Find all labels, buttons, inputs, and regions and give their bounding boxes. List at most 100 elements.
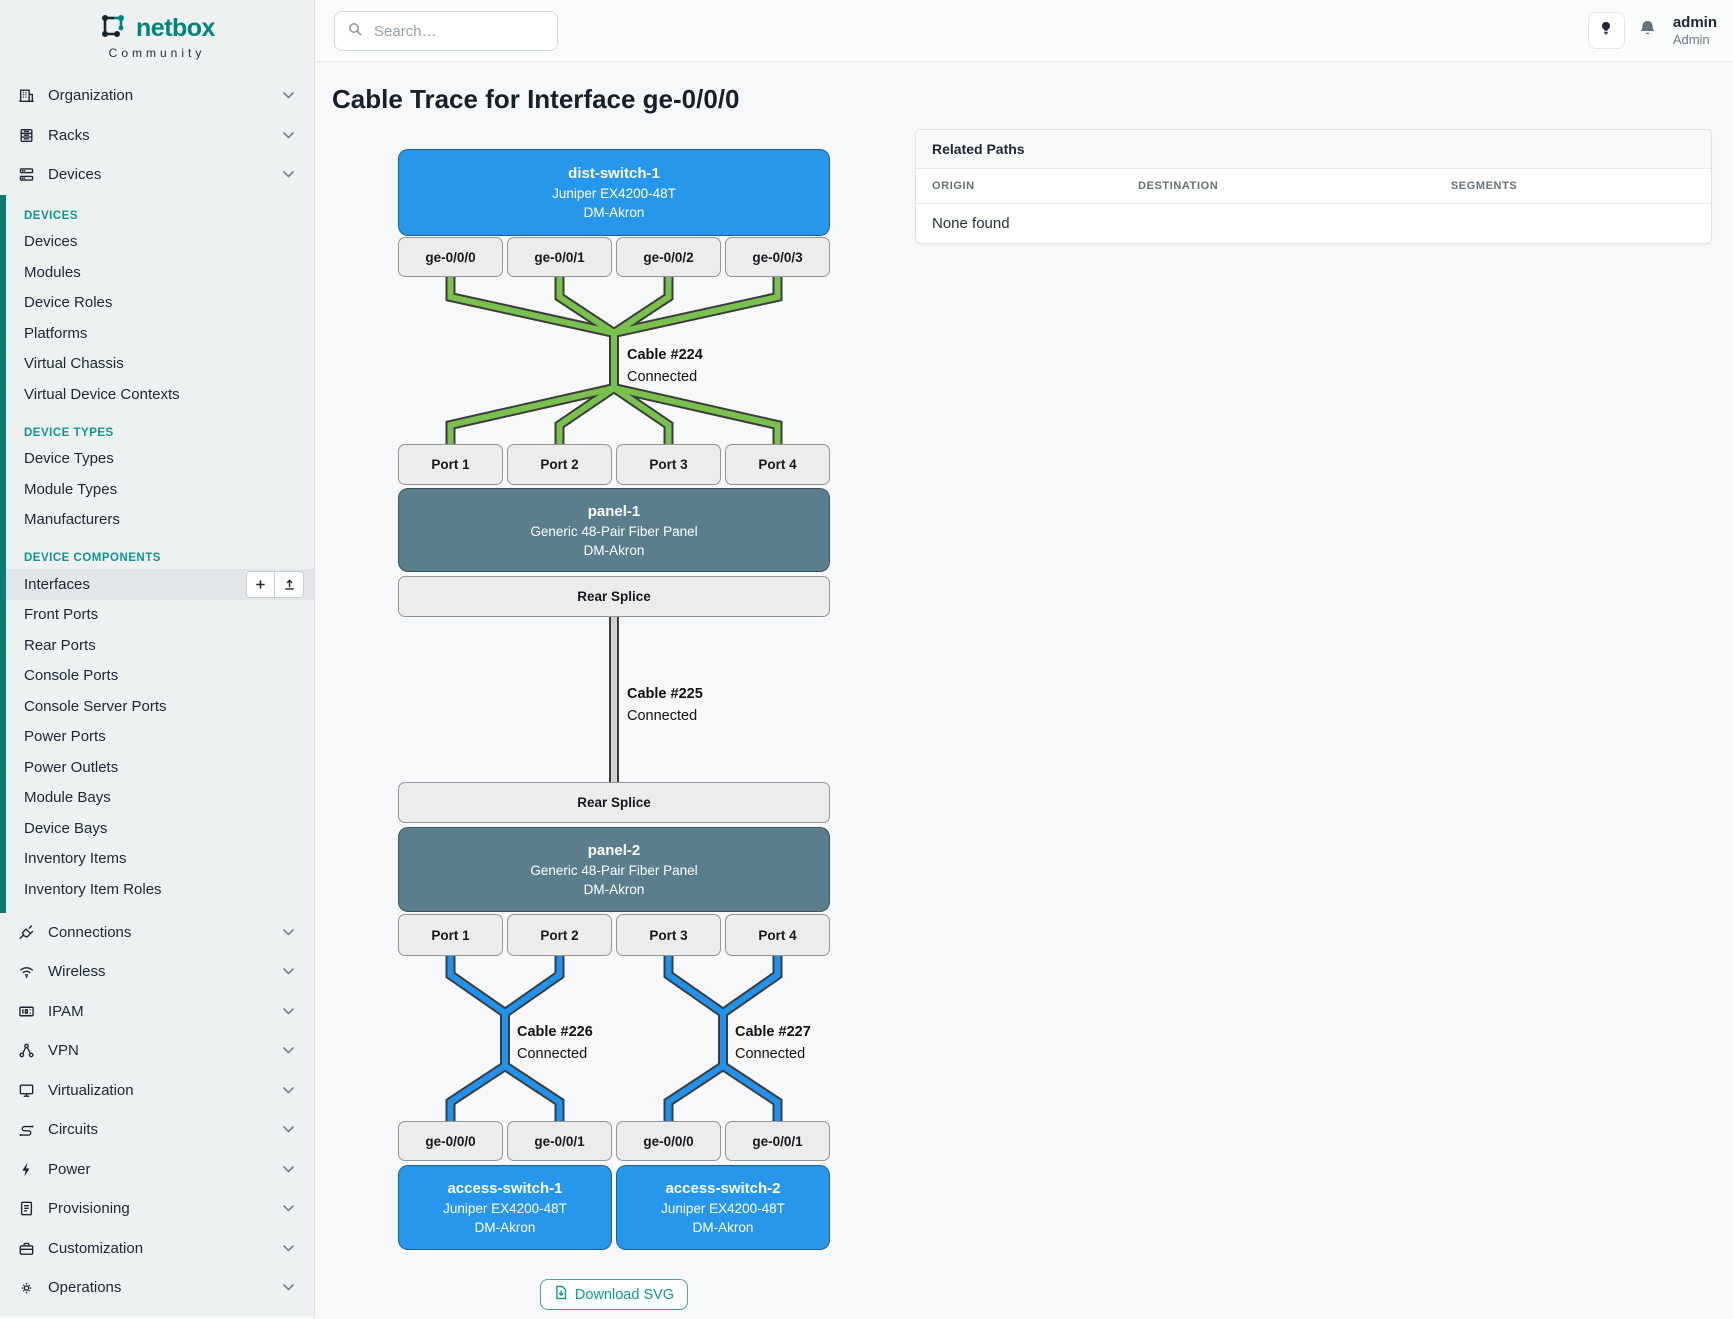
sidebar-group-label: Connections bbox=[48, 924, 270, 941]
column-header-segments: SEGMENTS bbox=[1451, 169, 1695, 203]
rear-splice-box[interactable]: Rear Splice bbox=[398, 576, 830, 617]
sidebar-group-circuits[interactable]: Circuits bbox=[0, 1110, 314, 1150]
sidebar-item-inventory-item-roles[interactable]: Inventory Item Roles bbox=[6, 874, 314, 905]
cable-label-224[interactable]: Cable #224 Connected bbox=[627, 344, 703, 388]
port-box[interactable]: Port 4 bbox=[725, 444, 830, 485]
port-box[interactable]: Port 2 bbox=[507, 444, 612, 485]
device-name: access-switch-2 bbox=[665, 1180, 780, 1197]
sidebar-item-virtual-chassis[interactable]: Virtual Chassis bbox=[6, 349, 314, 380]
netbox-logo-icon bbox=[99, 12, 127, 45]
port-box[interactable]: Port 3 bbox=[616, 444, 721, 485]
add-button[interactable] bbox=[246, 571, 275, 598]
sidebar-group-devices[interactable]: Devices bbox=[0, 155, 314, 195]
sidebar-group-connections[interactable]: Connections bbox=[0, 913, 314, 953]
sidebar-group-virtualization[interactable]: Virtualization bbox=[0, 1071, 314, 1111]
sidebar: netbox Community Organization Racks Devi bbox=[0, 0, 315, 1316]
interface-box[interactable]: ge-0/0/3 bbox=[725, 237, 830, 277]
sidebar-item-interfaces[interactable]: Interfaces bbox=[6, 569, 314, 600]
plug-icon bbox=[18, 924, 35, 941]
device-model: Juniper EX4200-48T bbox=[443, 1201, 567, 1216]
interface-box[interactable]: ge-0/0/0 bbox=[398, 1121, 503, 1161]
sidebar-item-console-ports[interactable]: Console Ports bbox=[6, 661, 314, 692]
ipam-icon bbox=[18, 1003, 35, 1020]
sidebar-group-customization[interactable]: Customization bbox=[0, 1229, 314, 1269]
sidebar-item-virtual-device-contexts[interactable]: Virtual Device Contexts bbox=[6, 379, 314, 410]
topbar: admin Admin bbox=[315, 0, 1733, 62]
rack-icon bbox=[18, 127, 35, 144]
brand-logo[interactable]: netbox Community bbox=[0, 0, 314, 76]
document-icon bbox=[18, 1200, 35, 1217]
port-box[interactable]: Port 4 bbox=[725, 914, 830, 956]
column-header-destination: DESTINATION bbox=[1138, 169, 1451, 203]
port-box[interactable]: Port 1 bbox=[398, 444, 503, 485]
interface-box[interactable]: ge-0/0/1 bbox=[725, 1121, 830, 1161]
user-menu[interactable]: admin Admin bbox=[1673, 14, 1717, 47]
related-paths-card: Related Paths ORIGIN DESTINATION SEGMENT… bbox=[915, 129, 1712, 244]
sidebar-item-manufacturers[interactable]: Manufacturers bbox=[6, 505, 314, 536]
sidebar-group-provisioning[interactable]: Provisioning bbox=[0, 1189, 314, 1229]
building-icon bbox=[18, 87, 35, 104]
interface-box[interactable]: ge-0/0/0 bbox=[398, 237, 503, 277]
sidebar-group-organization[interactable]: Organization bbox=[0, 76, 314, 116]
sidebar-item-console-server-ports[interactable]: Console Server Ports bbox=[6, 691, 314, 722]
sidebar-item-inventory-items[interactable]: Inventory Items bbox=[6, 844, 314, 875]
search-box bbox=[334, 11, 558, 51]
brand-tagline: Community bbox=[0, 46, 314, 60]
section-header-device-components: DEVICE COMPONENTS bbox=[6, 547, 314, 569]
lightbulb-icon bbox=[1598, 20, 1614, 41]
brand-name: netbox bbox=[136, 14, 215, 43]
sidebar-item-device-roles[interactable]: Device Roles bbox=[6, 288, 314, 319]
sidebar-item-power-ports[interactable]: Power Ports bbox=[6, 722, 314, 753]
chevron-down-icon bbox=[283, 1087, 294, 1094]
sidebar-group-label: Devices bbox=[48, 166, 270, 183]
bolt-icon bbox=[18, 1161, 35, 1178]
search-input[interactable] bbox=[372, 22, 545, 41]
device-name: dist-switch-1 bbox=[568, 165, 660, 182]
sidebar-group-racks[interactable]: Racks bbox=[0, 116, 314, 156]
download-svg-button[interactable]: Download SVG bbox=[540, 1279, 688, 1310]
file-download-icon bbox=[554, 1285, 568, 1304]
port-box[interactable]: Port 3 bbox=[616, 914, 721, 956]
interface-box[interactable]: ge-0/0/0 bbox=[616, 1121, 721, 1161]
cable-label-226[interactable]: Cable #226 Connected bbox=[517, 1021, 593, 1065]
device-node-access-switch-2[interactable]: access-switch-2 Juniper EX4200-48T DM-Ak… bbox=[616, 1165, 830, 1250]
rear-splice-box[interactable]: Rear Splice bbox=[398, 782, 830, 823]
user-name: admin bbox=[1673, 14, 1717, 32]
sidebar-item-rear-ports[interactable]: Rear Ports bbox=[6, 630, 314, 661]
cable-name: Cable #226 bbox=[517, 1021, 593, 1043]
interface-box[interactable]: ge-0/0/1 bbox=[507, 1121, 612, 1161]
sidebar-group-label: Racks bbox=[48, 127, 270, 144]
sidebar-item-module-types[interactable]: Module Types bbox=[6, 474, 314, 505]
port-box[interactable]: Port 1 bbox=[398, 914, 503, 956]
interface-box[interactable]: ge-0/0/2 bbox=[616, 237, 721, 277]
device-model: Juniper EX4200-48T bbox=[552, 186, 676, 201]
device-site: DM-Akron bbox=[693, 1220, 754, 1235]
import-button[interactable] bbox=[275, 571, 304, 598]
chevron-down-icon bbox=[283, 1205, 294, 1212]
cable-label-227[interactable]: Cable #227 Connected bbox=[735, 1021, 811, 1065]
device-node-access-switch-1[interactable]: access-switch-1 Juniper EX4200-48T DM-Ak… bbox=[398, 1165, 612, 1250]
interface-box[interactable]: ge-0/0/1 bbox=[507, 237, 612, 277]
sidebar-group-vpn[interactable]: VPN bbox=[0, 1031, 314, 1071]
sidebar-group-ipam[interactable]: IPAM bbox=[0, 992, 314, 1032]
notifications-button[interactable] bbox=[1638, 19, 1657, 43]
device-site: DM-Akron bbox=[475, 1220, 536, 1235]
sidebar-item-device-types[interactable]: Device Types bbox=[6, 444, 314, 475]
device-node-panel-2[interactable]: panel-2 Generic 48-Pair Fiber Panel DM-A… bbox=[398, 827, 830, 912]
port-box[interactable]: Port 2 bbox=[507, 914, 612, 956]
device-node-panel-1[interactable]: panel-1 Generic 48-Pair Fiber Panel DM-A… bbox=[398, 488, 830, 572]
sidebar-item-module-bays[interactable]: Module Bays bbox=[6, 783, 314, 814]
sidebar-item-modules[interactable]: Modules bbox=[6, 257, 314, 288]
theme-toggle-button[interactable] bbox=[1588, 12, 1625, 49]
sidebar-group-operations[interactable]: Operations bbox=[0, 1268, 314, 1308]
cable-label-225[interactable]: Cable #225 Connected bbox=[627, 683, 703, 727]
sidebar-group-power[interactable]: Power bbox=[0, 1150, 314, 1190]
sidebar-item-devices[interactable]: Devices bbox=[6, 227, 314, 258]
sidebar-item-device-bays[interactable]: Device Bays bbox=[6, 813, 314, 844]
chevron-down-icon bbox=[283, 132, 294, 139]
sidebar-item-front-ports[interactable]: Front Ports bbox=[6, 600, 314, 631]
sidebar-group-wireless[interactable]: Wireless bbox=[0, 952, 314, 992]
sidebar-item-platforms[interactable]: Platforms bbox=[6, 318, 314, 349]
device-node-dist-switch-1[interactable]: dist-switch-1 Juniper EX4200-48T DM-Akro… bbox=[398, 149, 830, 236]
sidebar-item-power-outlets[interactable]: Power Outlets bbox=[6, 752, 314, 783]
